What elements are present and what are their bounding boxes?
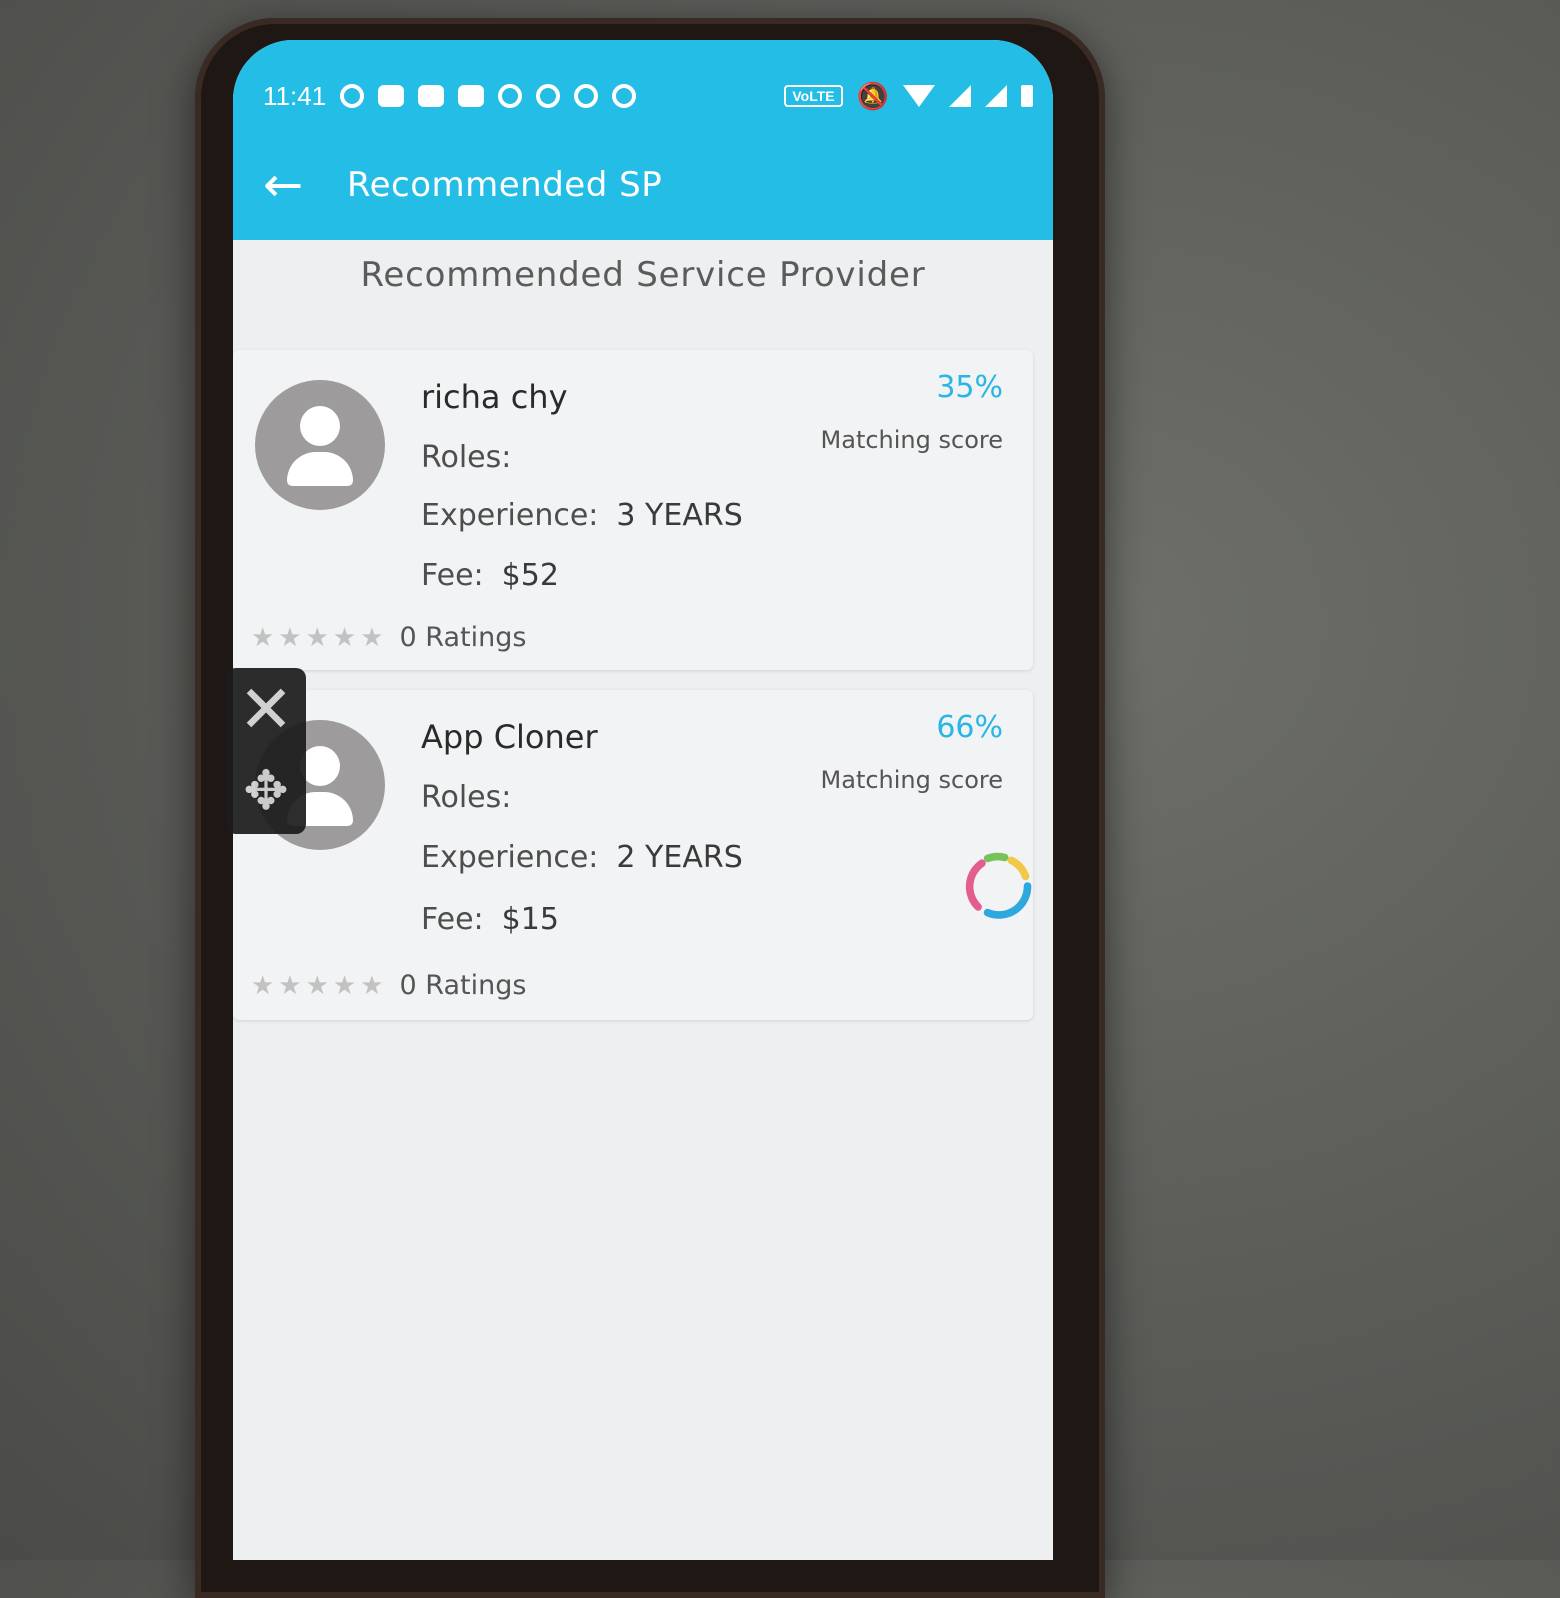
roles-label: Roles: [421,440,512,475]
experience-label: Experience: [421,498,599,533]
roles-label: Roles: [421,780,512,815]
status-time: 11:41 [263,80,327,111]
fee-label: Fee: [421,558,484,593]
fee-value: $52 [501,558,559,593]
star-rating-icon: ★★★★★ [251,622,388,653]
avatar [255,380,385,510]
roles-row: Roles: [421,440,529,475]
app-screen: 11:41 VoLTE 🔕 ← Recommended SP Recommend… [233,40,1053,1560]
provider-card[interactable]: richa chy Roles: Experience: 3 YEARS Fee:… [233,350,1033,670]
matching-score-percent: 35% [936,370,1003,405]
close-icon[interactable]: ✕ [232,672,300,748]
move-icon[interactable]: ✥ [232,758,300,824]
fee-row: Fee: $52 [421,558,559,593]
star-rating-icon: ★★★★★ [251,970,388,1001]
page-title: Recommended SP [347,165,663,205]
chrome-icon-2 [536,84,561,108]
volte-badge: VoLTE [784,85,843,107]
toolbar: ← Recommended SP [263,150,1023,220]
experience-value: 2 YEARS [616,840,743,875]
youtube-icon [378,85,405,107]
fee-row: Fee: $15 [421,902,559,937]
mute-icon: 🔕 [856,80,889,111]
matching-score-label: Matching score [820,426,1003,454]
chrome-icon [498,84,523,108]
battery-icon [1021,85,1033,107]
youtube-icon-2 [418,85,445,107]
experience-row: Experience: 2 YEARS [421,840,743,875]
chat-icon [340,84,365,108]
matching-score-label: Matching score [820,766,1003,794]
chrome-icon-4 [612,84,637,108]
signal-icon-2 [985,85,1007,107]
loading-spinner-icon [965,852,1032,919]
provider-name: App Cloner [421,718,598,756]
section-heading: Recommended Service Provider [360,255,926,295]
wifi-icon [903,85,935,107]
experience-label: Experience: [421,840,599,875]
ratings-count: 0 Ratings [399,622,527,653]
ratings-count: 0 Ratings [399,970,527,1001]
app-bar: 11:41 VoLTE 🔕 ← Recommended SP [233,40,1053,240]
fee-label: Fee: [421,902,484,937]
provider-name: richa chy [421,378,568,416]
person-icon-head [300,406,340,446]
matching-score-percent: 66% [936,710,1003,745]
roles-row: Roles: [421,780,529,815]
back-arrow-icon[interactable]: ← [263,161,333,209]
experience-row: Experience: 3 YEARS [421,498,743,533]
ratings: ★★★★★ 0 Ratings [251,622,526,653]
provider-card[interactable]: App Cloner Roles: Experience: 2 YEARS Fee… [233,690,1033,1020]
floating-overlay-panel[interactable]: ✕ ✥ [226,668,306,834]
experience-value: 3 YEARS [616,498,743,533]
chrome-icon-3 [574,84,599,108]
status-bar: 11:41 VoLTE 🔕 [263,76,1033,116]
ratings: ★★★★★ 0 Ratings [251,970,526,1001]
person-icon-head [300,746,340,786]
card-icon [458,85,485,107]
person-icon-body [287,452,353,486]
fee-value: $15 [501,902,559,937]
signal-icon [949,85,971,107]
